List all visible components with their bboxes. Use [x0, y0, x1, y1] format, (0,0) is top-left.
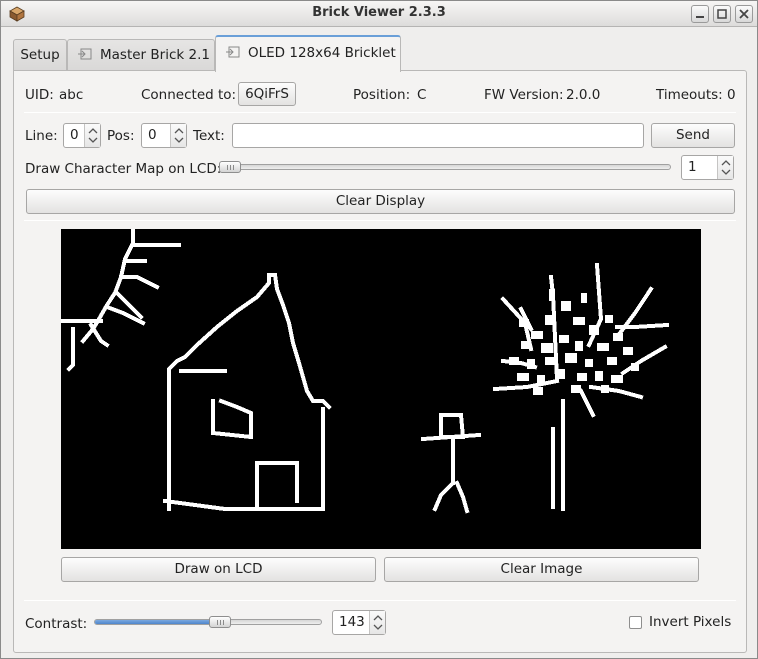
chevron-up-icon — [721, 160, 731, 166]
fw-version-label: FW Version: — [484, 87, 564, 103]
position-value: C — [417, 87, 427, 103]
tab-master-brick[interactable]: Master Brick 2.1 — [67, 39, 215, 71]
send-button[interactable]: Send — [651, 123, 735, 148]
spin-arrows[interactable] — [717, 156, 733, 179]
spin-arrows[interactable] — [84, 124, 100, 147]
timeouts-value: 0 — [727, 87, 736, 103]
maximize-button[interactable] — [713, 5, 731, 23]
invert-pixels-label: Invert Pixels — [649, 614, 732, 630]
line-label: Line: — [25, 128, 58, 144]
position-label: Position: — [353, 87, 411, 103]
pos-spinbox[interactable]: 0 — [141, 123, 187, 148]
lcd-drawing-canvas[interactable] — [61, 229, 701, 549]
uid-value: abc — [59, 87, 84, 103]
separator — [24, 112, 736, 113]
chevron-up-icon — [174, 128, 184, 134]
minimize-button[interactable] — [691, 5, 709, 23]
tree-canopy-dots — [509, 289, 639, 395]
main-window: Brick Viewer 2.3.3 Setup Master Brick 2.… — [0, 0, 758, 659]
separator — [24, 600, 736, 601]
text-label: Text: — [193, 128, 225, 144]
detach-icon — [226, 46, 240, 58]
charmap-slider-handle[interactable] — [219, 161, 241, 173]
clear-display-button[interactable]: Clear Display — [26, 189, 735, 214]
house-drawing — [162, 273, 332, 511]
charmap-spinbox[interactable]: 1 — [681, 155, 734, 180]
pos-value: 0 — [148, 127, 157, 143]
invert-pixels-checkbox[interactable] — [629, 616, 642, 629]
tab-label: OLED 128x64 Bricklet — [248, 45, 396, 61]
contrast-value: 143 — [339, 614, 365, 630]
connected-uid-button[interactable]: 6QiFrS — [238, 82, 296, 106]
contrast-slider-handle[interactable] — [209, 616, 231, 628]
contrast-slider-track[interactable] — [94, 619, 322, 625]
timeouts-label: Timeouts: — [656, 87, 723, 103]
window-title: Brick Viewer 2.3.3 — [312, 5, 446, 20]
tab-label: Master Brick 2.1 — [100, 47, 210, 63]
charmap-label: Draw Character Map on LCD: — [25, 161, 222, 177]
chevron-up-icon — [373, 615, 383, 621]
title-bar: Brick Viewer 2.3.3 — [1, 1, 757, 27]
spin-arrows[interactable] — [369, 611, 385, 634]
connected-label: Connected to: — [141, 87, 237, 103]
chevron-down-icon — [721, 169, 731, 175]
chevron-down-icon — [373, 624, 383, 630]
clear-image-button[interactable]: Clear Image — [384, 557, 699, 582]
tab-label: Setup — [20, 47, 60, 63]
detach-icon — [78, 48, 92, 60]
charmap-slider-track[interactable] — [219, 164, 671, 170]
stick-figure-drawing — [420, 413, 482, 514]
charmap-value: 1 — [688, 159, 697, 175]
minimize-icon — [696, 16, 704, 18]
draw-on-lcd-button[interactable]: Draw on LCD — [61, 557, 376, 582]
chevron-down-icon — [174, 137, 184, 143]
uid-label: UID: — [25, 87, 54, 103]
separator — [24, 220, 736, 221]
close-icon — [739, 9, 749, 19]
tab-oled-bricklet[interactable]: OLED 128x64 Bricklet — [215, 35, 401, 72]
maximize-icon — [717, 9, 727, 19]
pos-label: Pos: — [107, 128, 135, 144]
text-input[interactable] — [232, 123, 644, 148]
chevron-up-icon — [88, 128, 98, 134]
contrast-label: Contrast: — [25, 616, 88, 632]
contrast-spinbox[interactable]: 143 — [332, 610, 386, 635]
line-spinbox[interactable]: 0 — [63, 123, 101, 148]
oled-panel: UID: abc Connected to: 6QiFrS Position: … — [13, 70, 747, 653]
spin-arrows[interactable] — [170, 124, 186, 147]
fw-version-value: 2.0.0 — [566, 87, 601, 103]
branch-drawing — [61, 229, 181, 372]
close-button[interactable] — [735, 5, 753, 23]
line-value: 0 — [70, 127, 79, 143]
chevron-down-icon — [88, 137, 98, 143]
tab-setup[interactable]: Setup — [13, 39, 67, 71]
contrast-slider-fill — [95, 620, 221, 624]
